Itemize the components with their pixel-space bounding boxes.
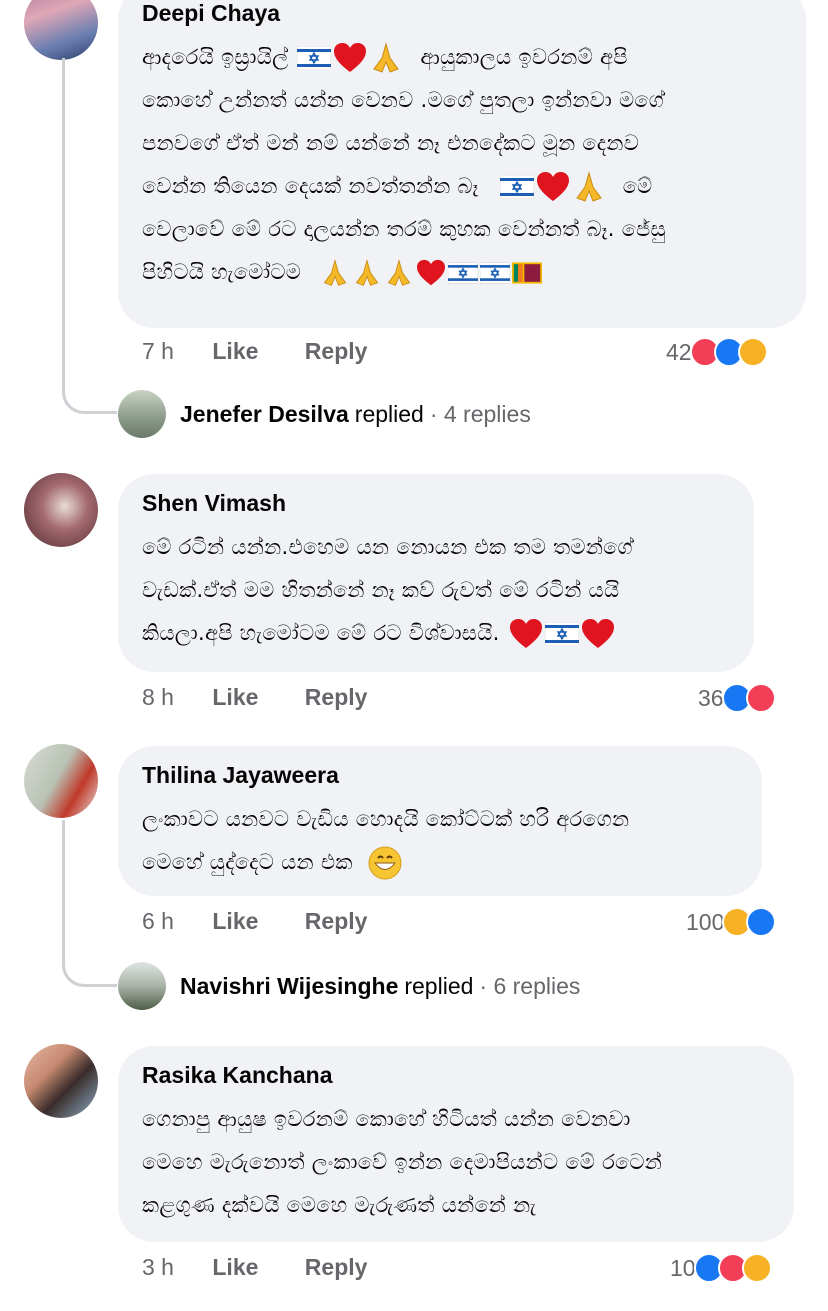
- reaction-summary[interactable]: 100: [686, 907, 777, 937]
- comment-line: වෙන්න තියෙන දෙයක් නවත්තන්න බෑ: [142, 174, 479, 198]
- comment-time[interactable]: 3 h: [142, 1254, 174, 1281]
- reaction-summary[interactable]: 36: [698, 683, 776, 713]
- thread-connector: [62, 58, 117, 414]
- like-button[interactable]: Like: [212, 338, 258, 365]
- folded-hands-icon: [352, 258, 382, 288]
- grinning-face-icon: [368, 846, 402, 880]
- reaction-count: 100: [686, 908, 725, 935]
- comment-actions: 3 h Like Reply: [142, 1254, 367, 1281]
- red-heart-icon: [536, 171, 570, 203]
- comment-text: මේ රටින් යන්න.එහෙම යන නොයන එක තම තමන්ගේ …: [142, 526, 730, 655]
- avatar-thilina-jayaweera[interactable]: [24, 744, 98, 818]
- comment-line: මෙහේ යුද්දෙට යන එක: [142, 850, 353, 874]
- comment-time[interactable]: 7 h: [142, 338, 174, 365]
- israel-flag-icon: [448, 262, 479, 284]
- comment-line: මේ රටින් යන්න.එහෙම යන නොයන එක තම තමන්ගේ: [142, 535, 633, 559]
- comment-bubble: Deepi Chaya ආදරෙයි ඉස්‍රායිල් ආයුකාලය ඉව…: [118, 0, 806, 328]
- comment-bubble: Thilina Jayaweera ලංකාවට යනවට වැඩිය හොදය…: [118, 746, 762, 896]
- reaction-count: 36: [698, 684, 724, 711]
- folded-hands-icon: [320, 258, 350, 288]
- comment-actions: 6 h Like Reply: [142, 908, 367, 935]
- reply-button[interactable]: Reply: [305, 1254, 368, 1281]
- reaction-summary[interactable]: 10: [670, 1253, 772, 1283]
- reply-author: Jenefer Desilva: [180, 400, 349, 427]
- comment-line: මේ: [622, 174, 653, 198]
- reply-button[interactable]: Reply: [305, 908, 368, 935]
- comment-time[interactable]: 8 h: [142, 684, 174, 711]
- comment-line: වැඩක්.ඒත් මම හිතන්නේ නෑ කව් රුවත් මේ රටි…: [142, 578, 620, 602]
- comment-text: ආදරෙයි ඉස්‍රායිල් ආයුකාලය ඉවරනම් අපි කොහ…: [142, 36, 782, 294]
- comment-bubble: Shen Vimash මේ රටින් යන්න.එහෙම යන නොයන එ…: [118, 474, 754, 672]
- avatar-rasika-kanchana[interactable]: [24, 1044, 98, 1118]
- avatar-navishri-wijesinghe: [118, 962, 166, 1010]
- comment-line: ලංකාවට යනවට වැඩිය හොදයි කෝට්ටක් හරි අරගෙ…: [142, 807, 630, 831]
- comment-author[interactable]: Shen Vimash: [142, 488, 730, 518]
- reply-count: · 4 replies: [429, 400, 531, 427]
- reply-count: · 6 replies: [479, 972, 581, 999]
- thread-connector: [62, 820, 117, 987]
- reaction-count: 10: [670, 1254, 696, 1281]
- comment-bubble: Rasika Kanchana ගෙනාපු ආයුෂ ඉවරනම් කොහේ …: [118, 1046, 794, 1242]
- israel-flag-icon: [544, 622, 579, 646]
- comment-line: ආයුකාලය ඉවරනම් අපි: [420, 45, 628, 69]
- israel-flag-icon: [480, 262, 511, 284]
- reply-label: replied: [404, 972, 474, 999]
- sri-lanka-flag-icon: [512, 262, 543, 284]
- comment-line: කළගුණ දක්වයි මෙහෙ මැරුණත් යන්නේ නැ: [142, 1193, 537, 1217]
- comment-line: පිහිටයි හැමෝටම: [142, 260, 302, 284]
- view-replies-link[interactable]: Jenefer Desilva replied · 4 replies: [118, 390, 531, 438]
- avatar-jenefer-desilva: [118, 390, 166, 438]
- avatar-deepi-chaya[interactable]: [24, 0, 98, 60]
- like-button[interactable]: Like: [212, 908, 258, 935]
- red-heart-icon: [509, 618, 543, 650]
- folded-hands-icon: [384, 258, 414, 288]
- israel-flag-icon: [499, 175, 534, 199]
- comment-line: ගෙනාපු ආයුෂ ඉවරනම් කොහේ හිටියත් යන්න වෙන…: [142, 1107, 631, 1131]
- comment-line: ආදරෙයි ඉස්‍රායිල්: [142, 45, 289, 69]
- comment-author[interactable]: Rasika Kanchana: [142, 1060, 770, 1090]
- view-replies-link[interactable]: Navishri Wijesinghe replied · 6 replies: [118, 962, 580, 1010]
- comment-actions: 7 h Like Reply: [142, 338, 367, 365]
- care-reaction-icon: [737, 337, 768, 367]
- comment-line: මෙහෙ මැරුනොත් ලංකාවේ ඉන්න දෙමාපියන්ට මේ …: [142, 1150, 663, 1174]
- red-heart-icon: [416, 259, 446, 287]
- like-button[interactable]: Like: [212, 684, 258, 711]
- like-reaction-icon: [746, 907, 777, 937]
- comment-text: ගෙනාපු ආයුෂ ඉවරනම් කොහේ හිටියත් යන්න වෙන…: [142, 1098, 770, 1227]
- comment-line: වෙලාවේ මේ රට දාලයන්න තරම් කුහක වෙන්නත් බ…: [142, 217, 666, 241]
- reaction-count: 42: [666, 338, 692, 365]
- folded-hands-icon: [369, 42, 403, 74]
- israel-flag-icon: [297, 46, 332, 70]
- comment-line: කියලා.අපි හැමෝටම මේ රට විශ්වාසයි.: [142, 621, 500, 645]
- comment-line: පනවගේ ඒත් මන් නම් යන්නේ නෑ එනදේකට මූන දෙ…: [142, 131, 640, 155]
- comment-text: ලංකාවට යනවට වැඩිය හොදයි කෝට්ටක් හරි අරගෙ…: [142, 798, 738, 884]
- red-heart-icon: [333, 42, 367, 74]
- reply-button[interactable]: Reply: [305, 684, 368, 711]
- avatar-shen-vimash[interactable]: [24, 473, 98, 547]
- comment-author[interactable]: Thilina Jayaweera: [142, 760, 738, 790]
- folded-hands-icon: [572, 171, 606, 203]
- reply-author: Navishri Wijesinghe: [180, 972, 399, 999]
- reaction-summary[interactable]: 42: [666, 337, 768, 367]
- comment-time[interactable]: 6 h: [142, 908, 174, 935]
- love-reaction-icon: [745, 683, 776, 713]
- comment-author[interactable]: Deepi Chaya: [142, 0, 782, 28]
- haha-reaction-icon: [741, 1253, 772, 1283]
- red-heart-icon: [581, 618, 615, 650]
- comment-line: කොහේ උන්නත් යන්න වෙනව .මගේ පුතලා ඉන්නවා …: [142, 88, 665, 112]
- comment-actions: 8 h Like Reply: [142, 684, 367, 711]
- reply-label: replied: [354, 400, 424, 427]
- like-button[interactable]: Like: [212, 1254, 258, 1281]
- reply-button[interactable]: Reply: [305, 338, 368, 365]
